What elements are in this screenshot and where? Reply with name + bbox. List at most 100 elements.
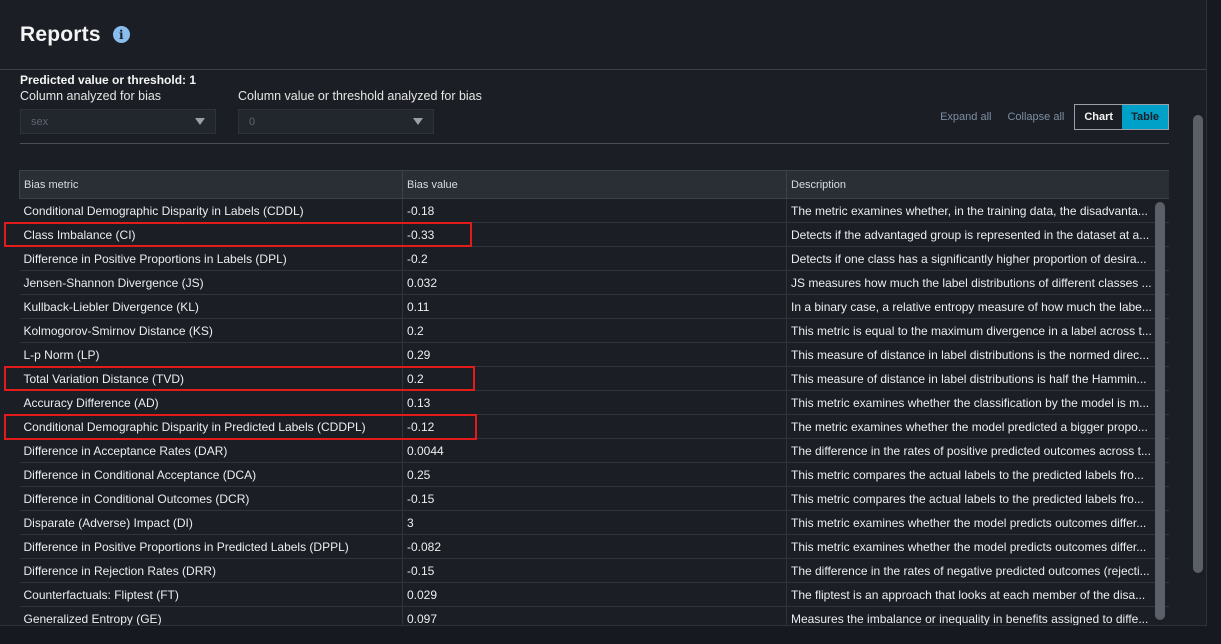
table-row[interactable]: Difference in Positive Proportions in La… (19, 246, 1169, 271)
bias-metric-cell: Difference in Acceptance Rates (DAR) (19, 438, 403, 463)
bias-table: Bias metric Bias value Description Condi… (19, 170, 1169, 625)
predicted-value-label: Predicted value or threshold: 1 (20, 73, 197, 87)
bias-value-cell: 0.2 (402, 366, 787, 391)
column-analyzed-select[interactable]: sex (20, 109, 216, 134)
bias-value-cell: -0.12 (402, 414, 787, 439)
description-cell: In a binary case, a relative entropy mea… (786, 294, 1169, 319)
collapse-all-button[interactable]: Collapse all (1007, 111, 1064, 123)
bias-metric-cell: Class Imbalance (CI) (19, 222, 403, 247)
bias-metric-cell: Jensen-Shannon Divergence (JS) (19, 270, 403, 295)
divider (20, 143, 1169, 144)
bias-metric-cell: Counterfactuals: Fliptest (FT) (19, 582, 403, 607)
bias-metric-cell: Disparate (Adverse) Impact (DI) (19, 510, 403, 535)
header-bias-value[interactable]: Bias value (402, 170, 787, 199)
bias-value-cell: -0.18 (402, 198, 787, 223)
table-header-row: Bias metric Bias value Description (19, 170, 1169, 199)
description-cell: The difference in the rates of negative … (786, 558, 1169, 583)
description-cell: This metric compares the actual labels t… (786, 486, 1169, 511)
table-row[interactable]: Generalized Entropy (GE) 0.097 Measures th… (19, 606, 1169, 625)
page: Reports i Predicted value or threshold: … (0, 0, 1221, 644)
description-cell: The fliptest is an approach that looks a… (786, 582, 1169, 607)
bias-metric-cell: Conditional Demographic Disparity in Pre… (19, 414, 403, 439)
bias-metric-cell: Total Variation Distance (TVD) (19, 366, 403, 391)
table-scrollbar-thumb[interactable] (1155, 202, 1165, 620)
table-toggle-button[interactable]: Table (1122, 105, 1168, 129)
description-cell: This metric examines whether the classif… (786, 390, 1169, 415)
expand-all-button[interactable]: Expand all (940, 111, 991, 123)
description-cell: The metric examines whether, in the trai… (786, 198, 1169, 223)
description-cell: This measure of distance in label distri… (786, 342, 1169, 367)
table-row[interactable]: Kolmogorov-Smirnov Distance (KS) 0.2 This … (19, 318, 1169, 343)
table-row[interactable]: Difference in Rejection Rates (DRR) -0.15… (19, 558, 1169, 583)
header-bias-metric[interactable]: Bias metric (19, 170, 403, 199)
page-scrollbar-thumb[interactable] (1193, 115, 1203, 573)
bias-metric-cell: Difference in Positive Proportions in Pr… (19, 534, 403, 559)
table-row[interactable]: Conditional Demographic Disparity in Lab… (19, 198, 1169, 223)
column-value-value: 0 (249, 115, 256, 128)
header-description[interactable]: Description (786, 170, 1169, 199)
table-row[interactable]: Kullback-Liebler Divergence (KL) 0.11 In a… (19, 294, 1169, 319)
table-row[interactable]: Difference in Positive Proportions in Pr… (19, 534, 1169, 559)
bias-metric-cell: Difference in Positive Proportions in La… (19, 246, 403, 271)
description-cell: The metric examines whether the model pr… (786, 414, 1169, 439)
bias-metric-cell: Conditional Demographic Disparity in Lab… (19, 198, 403, 223)
bias-value-cell: -0.15 (402, 558, 787, 583)
description-cell: Detects if the advantaged group is repre… (786, 222, 1169, 247)
table-row[interactable]: Conditional Demographic Disparity in Pre… (19, 414, 1169, 439)
bias-value-cell: 0.11 (402, 294, 787, 319)
bias-value-cell: -0.15 (402, 486, 787, 511)
description-cell: Detects if one class has a significantly… (786, 246, 1169, 271)
table-row[interactable]: L-p Norm (LP) 0.29 This measure of distanc… (19, 342, 1169, 367)
bias-metric-cell: L-p Norm (LP) (19, 342, 403, 367)
table-row[interactable]: Disparate (Adverse) Impact (DI) 3 This met… (19, 510, 1169, 535)
table-row[interactable]: Counterfactuals: Fliptest (FT) 0.029 The f… (19, 582, 1169, 607)
view-toggle: Chart Table (1074, 104, 1169, 130)
view-actions: Expand all Collapse all Chart Table (924, 104, 1169, 130)
table-row[interactable]: Class Imbalance (CI) -0.33 Detects if the … (19, 222, 1169, 247)
chevron-down-icon (195, 118, 205, 125)
bias-value-cell: 0.097 (402, 606, 787, 625)
column-analyzed-label: Column analyzed for bias (20, 89, 162, 103)
bias-value-cell: -0.2 (402, 246, 787, 271)
chart-toggle-button[interactable]: Chart (1075, 105, 1123, 129)
description-cell: This metric examines whether the model p… (786, 534, 1169, 559)
column-value-select[interactable]: 0 (238, 109, 434, 134)
bias-metric-cell: Difference in Rejection Rates (DRR) (19, 558, 403, 583)
info-icon[interactable]: i (112, 26, 130, 43)
bias-metric-cell: Generalized Entropy (GE) (19, 606, 403, 625)
bias-metric-cell: Difference in Conditional Acceptance (DC… (19, 462, 403, 487)
bias-metric-cell: Accuracy Difference (AD) (19, 390, 403, 415)
description-cell: This metric is equal to the maximum dive… (786, 318, 1169, 343)
description-cell: The difference in the rates of positive … (786, 438, 1169, 463)
bias-value-cell: 0.29 (402, 342, 787, 367)
table-row[interactable]: Difference in Conditional Outcomes (DCR)… (19, 486, 1169, 511)
table-row[interactable]: Difference in Acceptance Rates (DAR) 0.00… (19, 438, 1169, 463)
reports-panel: Reports i Predicted value or threshold: … (0, 0, 1207, 626)
bias-value-cell: 0.2 (402, 318, 787, 343)
column-analyzed-value: sex (31, 115, 49, 128)
description-cell: JS measures how much the label distribut… (786, 270, 1169, 295)
table-row[interactable]: Total Variation Distance (TVD) 0.2 This me… (19, 366, 1169, 391)
bias-value-cell: 0.0044 (402, 438, 787, 463)
description-cell: This metric compares the actual labels t… (786, 462, 1169, 487)
bias-value-cell: 0.032 (402, 270, 787, 295)
bias-value-cell: 3 (402, 510, 787, 535)
bias-metric-cell: Kullback-Liebler Divergence (KL) (19, 294, 403, 319)
bias-metric-cell: Difference in Conditional Outcomes (DCR) (19, 486, 403, 511)
table-row[interactable]: Difference in Conditional Acceptance (DC… (19, 462, 1169, 487)
page-title: Reports (20, 22, 101, 46)
bias-table-container: Bias metric Bias value Description Condi… (19, 170, 1169, 625)
bias-value-cell: -0.082 (402, 534, 787, 559)
table-row[interactable]: Jensen-Shannon Divergence (JS) 0.032 JS me… (19, 270, 1169, 295)
bias-value-cell: 0.13 (402, 390, 787, 415)
bias-value-cell: 0.029 (402, 582, 787, 607)
reports-header: Reports i (0, 0, 1206, 70)
bias-metric-cell: Kolmogorov-Smirnov Distance (KS) (19, 318, 403, 343)
chevron-down-icon (413, 118, 423, 125)
column-value-label: Column value or threshold analyzed for b… (238, 89, 482, 103)
description-cell: This measure of distance in label distri… (786, 366, 1169, 391)
bias-value-cell: -0.33 (402, 222, 787, 247)
description-cell: This metric examines whether the model p… (786, 510, 1169, 535)
table-row[interactable]: Accuracy Difference (AD) 0.13 This metric … (19, 390, 1169, 415)
bias-value-cell: 0.25 (402, 462, 787, 487)
